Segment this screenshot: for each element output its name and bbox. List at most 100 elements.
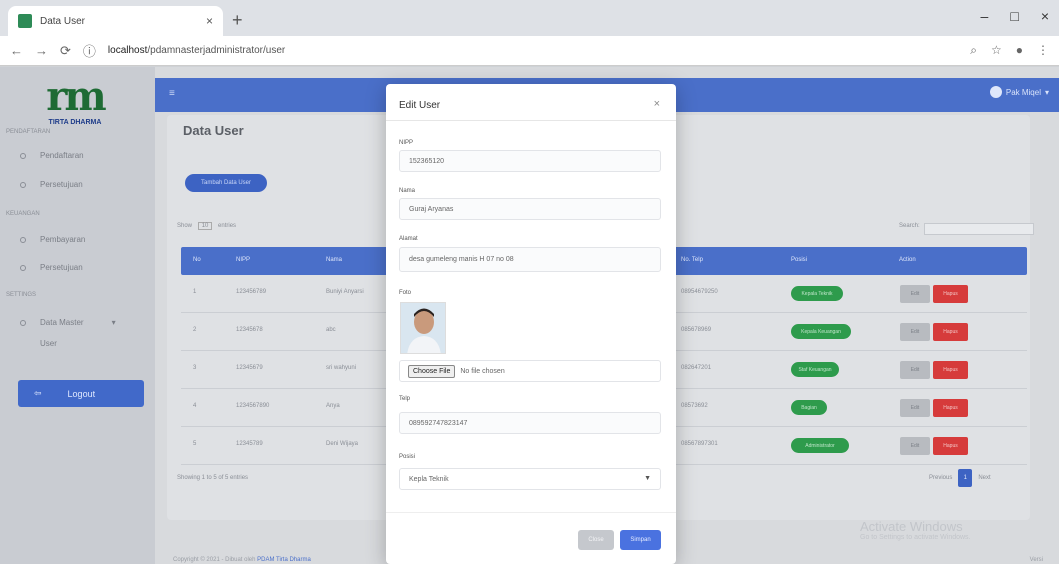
new-tab-icon[interactable]: + (232, 10, 243, 31)
circle-icon (20, 236, 26, 243)
tab-close-icon[interactable]: × (206, 14, 213, 28)
foto-file-input[interactable]: Choose File No file chosen (399, 360, 661, 382)
status-badge: Kepala Teknik (791, 286, 843, 301)
favicon-icon (18, 14, 32, 28)
logout-icon: ⇦ (34, 388, 42, 398)
modal-close-icon[interactable]: × (654, 98, 660, 110)
status-badge: Administrator (791, 438, 849, 453)
show-entries-select[interactable]: 10 (197, 222, 213, 230)
menu-dots-icon[interactable]: ⋮ (1037, 43, 1049, 58)
zoom-icon[interactable]: ⌕ (970, 43, 977, 58)
activate-windows-watermark: Activate Windows Go to Settings to activ… (860, 519, 971, 541)
posisi-select[interactable]: Kepla Teknik ▼ (399, 468, 661, 490)
file-status: No file chosen (460, 367, 505, 375)
alamat-label: Alamat (399, 236, 418, 242)
col-header: No (193, 257, 201, 263)
save-button[interactable]: Simpan (620, 530, 661, 550)
info-icon[interactable]: ⓘ (83, 41, 96, 60)
chevron-down-icon: ▼ (644, 475, 651, 482)
edit-user-modal: Edit User × NIPP 152365120 Nama Guraj Ar… (386, 84, 676, 564)
delete-button[interactable]: Hapus (933, 323, 968, 341)
sidebar-item-persetujuan[interactable]: Persetujuan (20, 180, 83, 189)
add-user-button[interactable]: Tambah Data User (185, 174, 267, 192)
footer-copyright: Copyright © 2021 - Dibuat oleh PDAM Tirt… (173, 557, 311, 563)
search-input[interactable] (923, 223, 1034, 235)
posisi-label: Posisi (399, 454, 416, 460)
choose-file-button[interactable]: Choose File (408, 364, 456, 378)
edit-button[interactable]: Edit (900, 323, 930, 341)
delete-button[interactable]: Hapus (933, 399, 968, 417)
back-icon[interactable]: ← (10, 43, 23, 58)
forward-icon[interactable]: → (35, 43, 48, 58)
logo-text: TIRTA DHARMA (48, 119, 102, 126)
nipp-input[interactable]: 152365120 (399, 150, 661, 172)
nama-label: Nama (399, 188, 416, 194)
url-field[interactable]: localhost/pdamnasterjadministrator/user (108, 45, 958, 56)
nama-input[interactable]: Guraj Aryanas (399, 198, 661, 220)
nipp-label: NIPP (399, 140, 414, 146)
edit-button[interactable]: Edit (900, 399, 930, 417)
footer-version: Versi (1029, 557, 1043, 563)
address-bar: ← → ⟳ ⓘ localhost/pdamnasterjadministrat… (0, 36, 1059, 66)
close-button[interactable]: Close (578, 530, 614, 550)
col-header: Action (899, 257, 916, 263)
alamat-textarea[interactable]: desa gumeleng manis H 07 no 08 (399, 247, 661, 272)
circle-icon (20, 181, 26, 188)
telp-input[interactable]: 089592747823147 (399, 412, 661, 434)
window-controls: – □ × (981, 8, 1049, 24)
chevron-down-icon: ▾ (111, 318, 116, 327)
page-title: Data User (183, 123, 244, 138)
next-page-link[interactable]: Next (978, 475, 990, 481)
edit-button[interactable]: Edit (900, 437, 930, 455)
sidebar-item-pembayaran[interactable]: Pembayaran (20, 235, 85, 244)
pagination: Previous 1 Next (929, 469, 991, 487)
telp-label: Telp (399, 396, 411, 402)
sidebar-section-pendaftaran: PENDAFTARAN (6, 129, 51, 135)
prev-page-link[interactable]: Previous (929, 475, 952, 481)
user-photo (400, 302, 446, 354)
divider (386, 120, 676, 121)
table-search: Search: (899, 223, 1034, 235)
logo: rm TIRTA DHARMA (40, 75, 110, 135)
edit-button[interactable]: Edit (900, 285, 930, 303)
chevron-down-icon: ▾ (1044, 87, 1049, 97)
sidebar-item-data-master[interactable]: Data Master ▾ (20, 318, 116, 327)
delete-button[interactable]: Hapus (933, 285, 968, 303)
logout-button[interactable]: ⇦ Logout (18, 380, 144, 407)
current-page-button[interactable]: 1 (958, 469, 973, 487)
delete-button[interactable]: Hapus (933, 437, 968, 455)
sidebar-subitem-user[interactable]: User (40, 339, 57, 348)
show-entries: Show 10 entries (177, 222, 237, 230)
divider (386, 512, 676, 513)
sidebar-section-settings: SETTINGS (6, 292, 37, 298)
circle-icon (20, 264, 26, 271)
browser-tab[interactable]: Data User × (8, 6, 223, 36)
restore-icon[interactable]: □ (1010, 8, 1018, 24)
foto-label: Foto (399, 290, 412, 296)
circle-icon (20, 319, 26, 326)
sidebar-item-pendaftaran[interactable]: Pendaftaran (20, 151, 84, 160)
user-avatar-icon (989, 86, 1002, 98)
menu-toggle-icon[interactable]: ≡ (169, 88, 175, 99)
sidebar-item-persetujuan-keuangan[interactable]: Persetujuan (20, 263, 83, 272)
showing-entries-text: Showing 1 to 5 of 5 entries (177, 475, 249, 481)
col-header: Posisi (791, 257, 808, 263)
minimize-icon[interactable]: – (981, 8, 989, 24)
bookmark-star-icon[interactable]: ☆ (991, 43, 1002, 58)
window-close-icon[interactable]: × (1041, 8, 1049, 24)
user-name: Pak Miqel (1005, 87, 1041, 97)
edit-button[interactable]: Edit (900, 361, 930, 379)
sidebar-section-keuangan: KEUANGAN (6, 211, 40, 217)
modal-title: Edit User (399, 100, 441, 111)
sidebar: rm TIRTA DHARMA PENDAFTARAN Pendaftaran … (0, 67, 155, 564)
delete-button[interactable]: Hapus (933, 361, 968, 379)
col-header: NIPP (236, 257, 251, 263)
reload-icon[interactable]: ⟳ (60, 43, 71, 59)
user-menu[interactable]: Pak Miqel ▾ (989, 86, 1049, 98)
logo-icon: rm (46, 73, 106, 120)
tab-title: Data User (40, 15, 86, 27)
status-badge: Staf Keuangan (791, 362, 839, 377)
status-badge: Kepala Keuangan (791, 324, 851, 339)
col-header: Nama (326, 257, 343, 263)
profile-icon[interactable]: ● (1016, 43, 1023, 58)
